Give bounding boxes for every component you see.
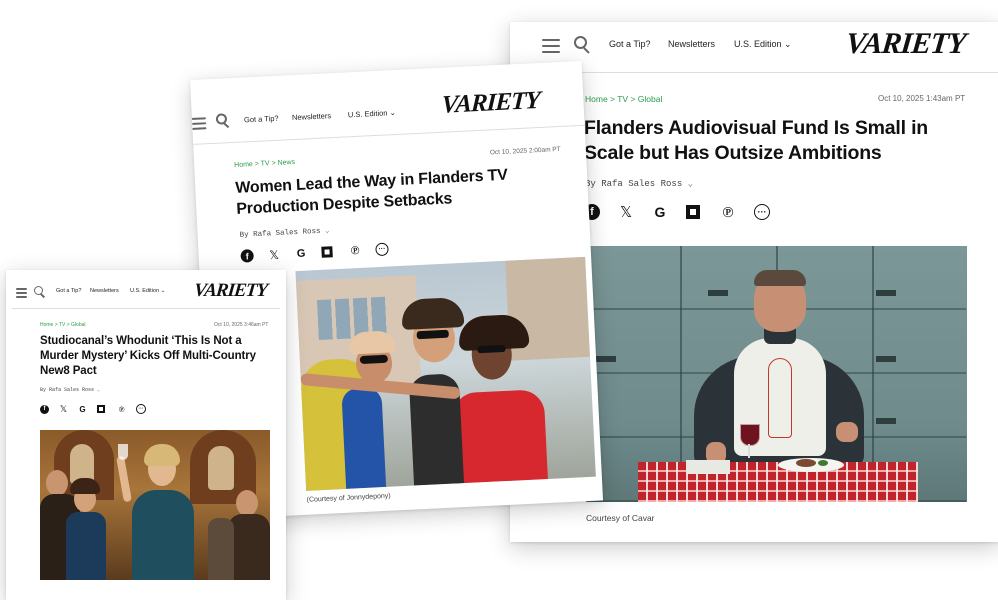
article-card-whodunit: Got a Tip? Newsletters U.S. Edition ⌄ VA… xyxy=(6,270,286,600)
edition-selector[interactable]: U.S. Edition ⌄ xyxy=(130,288,165,294)
search-icon[interactable] xyxy=(574,36,592,54)
article-headline: Flanders Audiovisual Fund Is Small in Sc… xyxy=(584,117,929,164)
variety-logo[interactable]: VARIETY xyxy=(441,87,541,120)
chevron-down-icon: ⌄ xyxy=(784,39,792,49)
article-headline: Studiocanal’s Whodunit ‘This Is Not a Mu… xyxy=(40,335,256,377)
search-icon[interactable] xyxy=(215,113,232,129)
chevron-down-icon: ⌄ xyxy=(687,179,694,189)
menu-icon[interactable] xyxy=(542,39,560,53)
publish-date: Oct 10, 2025 1:43am PT xyxy=(878,94,966,103)
byline-text: By Rafa Sales Ross xyxy=(239,227,321,240)
got-a-tip-link[interactable]: Got a Tip? xyxy=(56,288,81,294)
more-icon[interactable]: ··· xyxy=(754,204,770,220)
edition-label: U.S. Edition xyxy=(347,108,388,120)
menu-icon[interactable] xyxy=(191,117,207,130)
chevron-down-icon: ⌄ xyxy=(97,387,101,393)
google-icon[interactable]: G xyxy=(78,405,87,414)
header-divider xyxy=(193,124,585,145)
photo-caption: Courtesy of Cavar xyxy=(586,513,655,523)
edition-selector[interactable]: U.S. Edition ⌄ xyxy=(734,39,792,50)
got-a-tip-link[interactable]: Got a Tip? xyxy=(609,39,651,49)
article-byline[interactable]: By Rafa Sales Ross ⌄ xyxy=(585,179,693,189)
share-toolbar: f 𝕏 G ℗ ··· xyxy=(240,242,389,263)
article-byline[interactable]: By Rafa Sales Ross ⌄ xyxy=(239,225,329,239)
pinterest-icon[interactable]: ℗ xyxy=(348,243,362,258)
article-headline: Women Lead the Way in Flanders TV Produc… xyxy=(234,166,509,218)
more-icon[interactable]: ··· xyxy=(375,242,389,257)
x-icon[interactable]: 𝕏 xyxy=(59,404,68,414)
edition-selector[interactable]: U.S. Edition ⌄ xyxy=(348,108,396,119)
flipboard-icon[interactable] xyxy=(321,246,333,258)
publish-date: Oct 10, 2025 3:46am PT xyxy=(214,322,269,328)
x-icon[interactable]: 𝕏 xyxy=(618,204,634,221)
flipboard-icon[interactable] xyxy=(686,205,700,219)
edition-label: U.S. Edition xyxy=(734,39,782,49)
facebook-icon[interactable]: f xyxy=(40,404,49,414)
article-byline[interactable]: By Rafa Sales Ross ⌄ xyxy=(40,387,100,393)
share-toolbar: f 𝕏 G ℗ ··· xyxy=(584,203,770,221)
variety-logo[interactable]: VARIETY xyxy=(193,280,268,302)
pinterest-icon[interactable]: ℗ xyxy=(720,203,736,221)
photo-caption: (Courtesy of Jonnydepony) xyxy=(306,492,391,504)
header-divider xyxy=(12,308,280,309)
chevron-down-icon: ⌄ xyxy=(324,227,330,236)
google-icon[interactable]: G xyxy=(652,204,668,220)
newsletters-link[interactable]: Newsletters xyxy=(90,288,119,294)
search-icon[interactable] xyxy=(34,286,46,298)
google-icon[interactable]: G xyxy=(294,246,308,260)
publish-date: Oct 10, 2025 2:00am PT xyxy=(489,145,561,157)
share-toolbar: f 𝕏 G ℗ ··· xyxy=(40,404,146,414)
article-photo xyxy=(586,246,967,502)
flipboard-icon[interactable] xyxy=(97,405,105,413)
menu-icon[interactable] xyxy=(16,288,27,298)
header-divider xyxy=(572,72,998,73)
breadcrumb[interactable]: Home > TV > News xyxy=(234,159,295,169)
more-icon[interactable]: ··· xyxy=(136,404,146,414)
facebook-icon[interactable]: f xyxy=(240,249,254,263)
article-photo xyxy=(295,256,596,491)
breadcrumb[interactable]: Home > TV > Global xyxy=(585,94,662,104)
newsletters-link[interactable]: Newsletters xyxy=(668,39,715,49)
got-a-tip-link[interactable]: Got a Tip? xyxy=(244,114,279,125)
article-photo xyxy=(40,430,270,580)
x-icon[interactable]: 𝕏 xyxy=(267,247,281,261)
pinterest-icon[interactable]: ℗ xyxy=(117,404,126,414)
byline-text: By Rafa Sales Ross xyxy=(40,387,95,393)
chevron-down-icon: ⌄ xyxy=(389,107,397,118)
variety-logo[interactable]: VARIETY xyxy=(844,27,967,61)
breadcrumb[interactable]: Home > TV > Global xyxy=(40,322,86,328)
chevron-down-icon: ⌄ xyxy=(160,288,166,294)
byline-text: By Rafa Sales Ross xyxy=(585,179,683,189)
edition-label: U.S. Edition xyxy=(130,288,160,294)
newsletters-link[interactable]: Newsletters xyxy=(292,111,332,122)
